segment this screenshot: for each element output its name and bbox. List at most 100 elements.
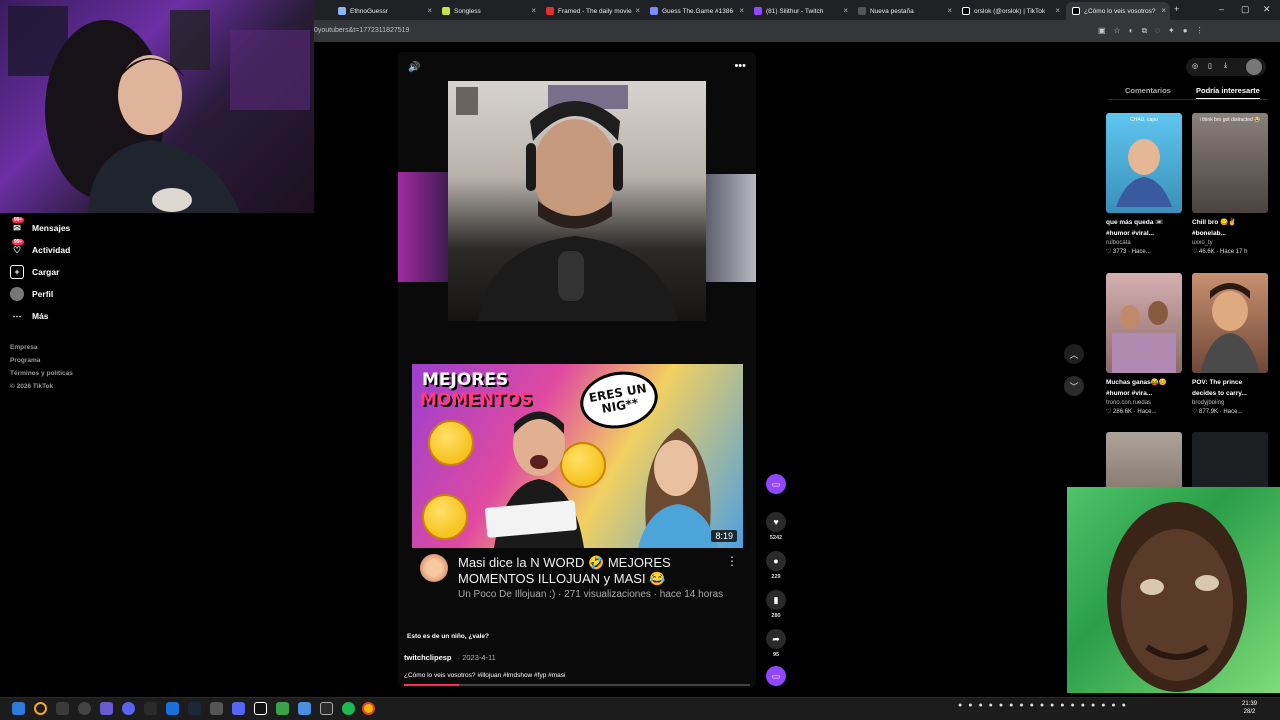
footer-link-programa[interactable]: Programa: [10, 357, 40, 364]
progress-fill: [404, 684, 460, 686]
steam-icon[interactable]: [188, 702, 201, 715]
tiktok-icon: [962, 7, 970, 15]
discord-icon[interactable]: [232, 702, 245, 715]
tab-songless[interactable]: Songless ×: [436, 2, 540, 20]
close-icon[interactable]: ×: [843, 6, 848, 15]
nav-mensajes[interactable]: ✉ 99+ Mensajes: [10, 217, 70, 236]
recommended-video-card[interactable]: [1106, 432, 1182, 488]
download-icon[interactable]: ⤓: [1224, 62, 1227, 70]
recommended-video-card[interactable]: Muchas ganas😝😊 #humor #vira... trono.con…: [1106, 273, 1182, 415]
reaction-face: [1107, 502, 1247, 692]
video-progress-bar[interactable]: [404, 684, 750, 686]
footer-link-terminos[interactable]: Términos y políticas: [10, 370, 73, 377]
chrome-icon[interactable]: [362, 702, 375, 715]
card-stats: ♡ 877.9K · Hace...: [1192, 409, 1243, 415]
close-icon[interactable]: ×: [427, 6, 432, 15]
apps-grid-icon[interactable]: [100, 702, 113, 715]
tab-podria-interesarte[interactable]: Podría interesarte: [1196, 86, 1260, 95]
thumbnail-image: [1200, 283, 1260, 373]
card-stats: ♡ 286.6K · Hace...: [1106, 409, 1157, 415]
background-blur-right: [704, 174, 756, 282]
tab-label: EthnoGuessr: [350, 7, 388, 15]
device-icon[interactable]: ▯: [1208, 62, 1212, 70]
vpn-icon[interactable]: [122, 702, 135, 715]
windows-start-icon[interactable]: [12, 702, 25, 715]
recommended-video-card[interactable]: CHAU, capo que más queda 📼 #humor #viral…: [1106, 113, 1182, 255]
video-player[interactable]: MEJORES MOMENTOS ERES UN NIG** 8:19 Masi…: [398, 52, 756, 688]
app-icon[interactable]: [276, 702, 289, 715]
app-icon[interactable]: [298, 702, 311, 715]
next-video-button[interactable]: ﹀: [1064, 376, 1084, 396]
tab-framed[interactable]: Framed - The daily movie ×: [540, 2, 644, 20]
close-icon[interactable]: ×: [739, 6, 744, 15]
twitch-icon: ▭: [766, 474, 786, 494]
clock-date: 28/2: [1243, 709, 1256, 715]
twitch-music-button[interactable]: ▭: [766, 666, 786, 686]
tab-label: Nueva pestaña: [870, 7, 914, 15]
like-button[interactable]: ♥ 5242: [766, 512, 786, 541]
nav-label: Actividad: [32, 245, 71, 255]
video-description: ¿Cómo lo veis vosotros? #illojuan #lmdsh…: [404, 672, 566, 679]
save-count: 280: [771, 613, 781, 619]
url-input[interactable]: 0youtubers&t=1772311827519: [314, 27, 409, 34]
tab-ethnoguessr[interactable]: EthnoGuessr ×: [332, 2, 436, 20]
author-username[interactable]: twitchclipesp: [404, 653, 452, 662]
share-count: 95: [772, 652, 780, 658]
tiktok-icon[interactable]: [254, 702, 267, 715]
tab-twitch[interactable]: (81) Silithur - Twitch ×: [748, 2, 852, 20]
previous-video-button[interactable]: ︿: [1064, 344, 1084, 364]
obs-icon[interactable]: [320, 702, 333, 715]
person-figure: [638, 428, 718, 548]
youtube-thumbnail[interactable]: MEJORES MOMENTOS ERES UN NIG** 8:19: [412, 364, 743, 548]
tab-label: ¿Cómo lo veis vosotros?: [1084, 7, 1156, 15]
card-username: brodyjboling: [1192, 400, 1225, 406]
post-date-value: 2023-4-11: [462, 653, 496, 662]
recommended-video-card[interactable]: i think bro got distracted 😭 Chill bro 😋…: [1192, 113, 1268, 255]
close-icon[interactable]: ×: [635, 6, 640, 15]
footer-link-empresa[interactable]: Empresa: [10, 344, 37, 351]
recommended-video-card[interactable]: POV: The prince decides to carry... brod…: [1192, 273, 1268, 415]
tab-new-tab[interactable]: Nueva pestaña ×: [852, 2, 956, 20]
discord-icon[interactable]: [78, 702, 91, 715]
close-window-button[interactable]: ✕: [1263, 4, 1271, 15]
app-icon[interactable]: [166, 702, 179, 715]
avatar[interactable]: [1246, 59, 1262, 75]
tab-comentarios[interactable]: Comentarios: [1125, 86, 1171, 95]
comment-button[interactable]: ● 229: [766, 551, 786, 580]
close-icon[interactable]: ×: [1161, 6, 1166, 15]
close-icon[interactable]: ×: [1055, 6, 1060, 15]
more-options-icon[interactable]: ⋮: [726, 554, 738, 568]
tab-tiktok-profile[interactable]: orslok (@orslok) | TikTok ×: [956, 2, 1064, 20]
compass-icon[interactable]: ◎: [1192, 62, 1198, 70]
nav-mas[interactable]: ⋯ Más: [10, 308, 49, 324]
taskbar-clock[interactable]: 21:39 28/2: [1242, 700, 1257, 716]
spotify-icon[interactable]: [342, 702, 355, 715]
streamer-webcam: [0, 0, 314, 213]
tab-guess-the-game[interactable]: Guess The.Game #1386 ×: [644, 2, 748, 20]
extension-icons[interactable]: ▣☆◐⧉◌✦●⋮: [1098, 26, 1212, 36]
close-icon[interactable]: ×: [531, 6, 536, 15]
task-view-icon[interactable]: [56, 702, 69, 715]
chevron-down-icon: ﹀: [1069, 381, 1079, 392]
minimize-button[interactable]: –: [1219, 4, 1224, 14]
nav-perfil[interactable]: Perfil: [10, 286, 53, 302]
search-icon[interactable]: [34, 702, 47, 715]
nav-cargar[interactable]: + Cargar: [10, 264, 59, 280]
close-icon[interactable]: ×: [947, 6, 952, 15]
nav-actividad[interactable]: ♡ 99+ Actividad: [10, 239, 71, 258]
new-tab-button[interactable]: +: [1174, 4, 1179, 14]
settings-icon[interactable]: [210, 702, 223, 715]
video-author[interactable]: twitchclipesp · 2023-4-11: [404, 653, 496, 662]
more-menu-icon[interactable]: •••: [734, 60, 746, 72]
channel-avatar[interactable]: [420, 554, 448, 582]
system-tray-icons[interactable]: ●●●●●●●●●●●●●●●●●: [958, 702, 1132, 709]
volume-icon[interactable]: 🔊: [408, 62, 420, 73]
tab-tiktok-video[interactable]: ¿Cómo lo veis vosotros? ×: [1066, 2, 1170, 20]
save-button[interactable]: ▮ 280: [766, 590, 786, 619]
card-title: que más queda 📼 #humor #viral...: [1106, 219, 1164, 237]
twitch-profile-button[interactable]: ▭: [766, 474, 786, 494]
share-button[interactable]: ➦ 95: [766, 629, 786, 658]
maximize-button[interactable]: ▢: [1241, 4, 1250, 15]
recommended-video-card[interactable]: [1192, 432, 1268, 488]
nvidia-icon[interactable]: [144, 702, 157, 715]
